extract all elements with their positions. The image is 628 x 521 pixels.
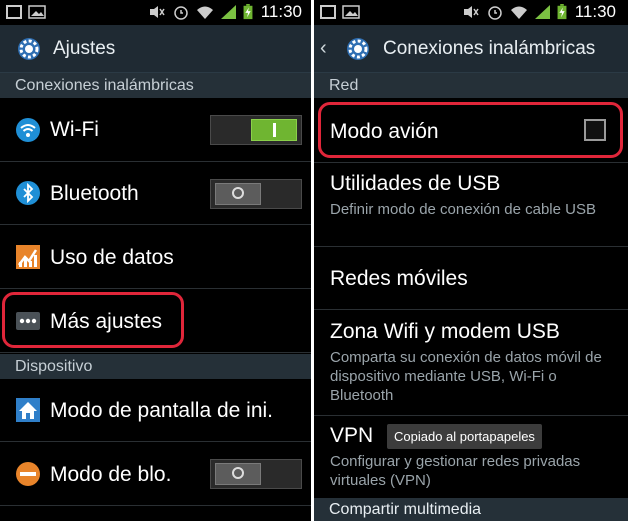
settings-item-label: Modo de pantalla de ini. — [50, 399, 273, 422]
clock: 11:30 — [260, 2, 302, 21]
settings-item-data-usage[interactable]: Uso de datos — [0, 225, 314, 289]
airplane-mode-highlight — [318, 102, 623, 158]
action-bar: Ajustes — [0, 25, 314, 73]
block-mode-toggle[interactable] — [210, 459, 302, 489]
settings-item-label: Bluetooth — [50, 182, 139, 205]
toggle-knob — [215, 463, 261, 485]
row-subtitle: Configurar y gestionar redes privadas vi… — [330, 453, 581, 489]
bluetooth-icon — [16, 181, 40, 205]
action-bar: ‹ Conexiones inalámbricas — [314, 25, 628, 73]
battery-icon — [243, 4, 253, 20]
alarm-icon — [488, 6, 502, 20]
row-subtitle: Definir modo de conexión de cable USB — [330, 201, 596, 218]
more-settings-highlight — [2, 292, 184, 348]
section-label: Compartir multimedia — [329, 501, 482, 518]
alarm-icon — [174, 6, 188, 20]
clipboard-toast: Copiado al portapapeles — [387, 424, 542, 449]
settings-item-label: Modo de blo. — [50, 463, 172, 486]
toggle-off-mark — [232, 187, 244, 199]
row-subtitle: Comparta su conexión de datos móvil de d… — [330, 349, 602, 404]
settings-gear-icon[interactable] — [343, 34, 373, 64]
section-device: Dispositivo — [0, 354, 314, 379]
usb-utilities-row[interactable]: Utilidades de USB Definir modo de conexi… — [314, 163, 628, 247]
block-mode-icon — [16, 462, 40, 486]
wifi-status-icon — [511, 6, 527, 19]
section-wireless: Conexiones inalámbricas — [0, 73, 314, 98]
row-title: Utilidades de USB — [330, 172, 501, 195]
settings-item-home-screen[interactable]: Modo de pantalla de ini. — [0, 379, 314, 442]
picture-icon — [342, 5, 360, 19]
hotspot-tethering-row[interactable]: Zona Wifi y modem USB Comparta su conexi… — [314, 310, 628, 416]
picture-icon — [28, 5, 46, 19]
wifi-toggle[interactable] — [210, 115, 302, 145]
section-label: Dispositivo — [15, 358, 93, 375]
toggle-off-mark — [232, 467, 244, 479]
section-label: Red — [329, 77, 359, 94]
row-title: Redes móviles — [330, 267, 468, 290]
data-usage-icon — [16, 245, 40, 269]
settings-item-bluetooth[interactable]: Bluetooth — [0, 162, 314, 225]
bluetooth-toggle[interactable] — [210, 179, 302, 209]
settings-item-wifi[interactable]: Wi-Fi — [0, 98, 314, 162]
wifi-status-icon — [197, 6, 213, 19]
row-title: Zona Wifi y modem USB — [330, 320, 560, 343]
toggle-knob — [215, 183, 261, 205]
home-screen-icon — [16, 398, 40, 422]
screen-capture-icon — [6, 5, 22, 19]
settings-item-label: Wi-Fi — [50, 118, 99, 141]
mute-icon — [464, 6, 479, 18]
section-network: Red — [314, 73, 628, 98]
section-media-sharing: Compartir multimedia — [314, 498, 628, 521]
settings-item-block-mode[interactable]: Modo de blo. — [0, 442, 314, 506]
settings-item-label: Uso de datos — [50, 246, 174, 269]
settings-screen: 11:30 Ajustes Conexiones inalámbricas Wi… — [0, 0, 314, 521]
signal-icon — [221, 5, 236, 19]
status-bar: 11:30 — [314, 0, 628, 25]
battery-icon — [557, 4, 567, 20]
screen-capture-icon — [320, 5, 336, 19]
page-title: Ajustes — [53, 38, 116, 59]
settings-gear-icon — [18, 38, 40, 60]
wireless-connections-screen: 11:30 ‹ Conexiones inalámbricas Red Modo… — [314, 0, 628, 521]
back-chevron-icon[interactable]: ‹ — [320, 37, 327, 60]
toggle-on-mark — [273, 123, 276, 137]
page-title: Conexiones inalámbricas — [383, 38, 596, 59]
mobile-networks-row[interactable]: Redes móviles — [314, 247, 628, 310]
status-bar: 11:30 — [0, 0, 314, 25]
clock: 11:30 — [574, 2, 616, 21]
wifi-icon — [16, 118, 40, 142]
section-label: Conexiones inalámbricas — [15, 77, 194, 94]
mute-icon — [150, 6, 165, 18]
signal-icon — [535, 5, 550, 19]
toggle-knob — [251, 119, 297, 141]
